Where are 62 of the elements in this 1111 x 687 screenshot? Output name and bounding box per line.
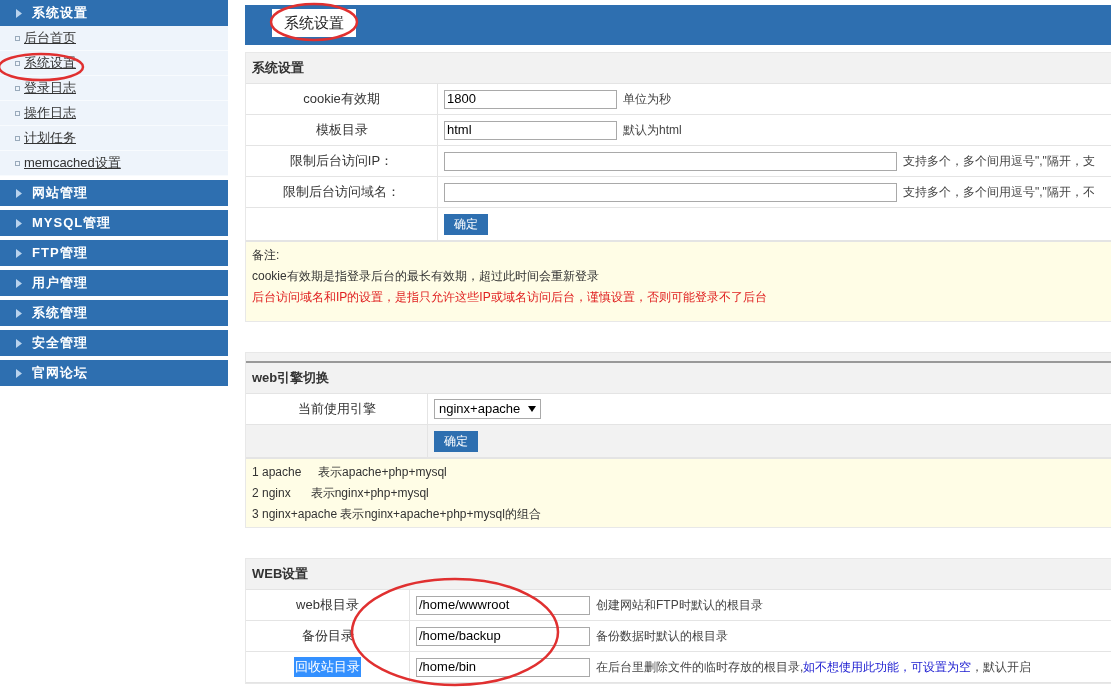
field-hint: 单位为秒 <box>623 91 671 108</box>
field-hint: 创建网站和FTP时默认的根目录 <box>596 597 763 614</box>
field-label: 模板目录 <box>315 121 368 140</box>
bullet-icon <box>15 85 20 91</box>
note-text: 2 nginx 表示nginx+php+mysql <box>252 485 430 502</box>
sidebar-item[interactable]: 计划任务 <box>0 126 228 151</box>
engine-select[interactable]: nginx+apache <box>434 399 542 419</box>
caret-icon <box>16 8 22 18</box>
sidebar-group-header[interactable]: MYSQL管理 <box>0 210 228 236</box>
panel-title: 系统设置 <box>252 59 304 78</box>
dropdown-arrow-icon <box>528 406 537 412</box>
caret-icon <box>16 218 22 228</box>
bullet-icon <box>15 110 20 116</box>
sidebar-group-header[interactable]: 官网论坛 <box>0 360 228 386</box>
note-text: 3 nginx+apache 表示nginx+apache+php+mysql的组合 <box>252 506 542 523</box>
panel-title: WEB设置 <box>252 565 309 584</box>
field-label: web根目录 <box>296 596 359 615</box>
text-field[interactable]: /home/backup <box>416 626 590 646</box>
field-label: 限制后台访问IP： <box>289 152 394 171</box>
caret-icon <box>16 188 22 198</box>
sidebar-group-header[interactable]: 系统设置 <box>0 0 228 26</box>
caret-icon <box>16 368 22 378</box>
caret-icon <box>16 308 22 318</box>
confirm-button[interactable]: 确定 <box>444 213 488 235</box>
sidebar-item[interactable]: 登录日志 <box>0 76 228 101</box>
sidebar-item[interactable]: memcached设置 <box>0 151 228 176</box>
note-text: 1 apache 表示apache+php+mysql <box>252 464 448 481</box>
text-field[interactable]: 1800 <box>444 89 617 109</box>
caret-icon <box>16 338 22 348</box>
field-hint: 支持多个，多个间用逗号","隔开，支 <box>903 153 1095 170</box>
caret-icon <box>16 278 22 288</box>
field-label: 回收站目录 <box>294 657 361 677</box>
bullet-icon <box>15 135 20 141</box>
text-field[interactable]: html <box>444 120 617 140</box>
field-label: 当前使用引擎 <box>297 400 376 419</box>
note-text: cookie有效期是指登录后台的最长有效期，超过此时间会重新登录 <box>252 268 600 285</box>
field-label: 限制后台访问域名： <box>283 183 400 202</box>
field-hint: 支持多个，多个间用逗号","隔开，不 <box>903 184 1095 201</box>
sidebar-group-header[interactable]: 系统管理 <box>0 300 228 326</box>
field-hint: 在后台里删除文件的临时存放的根目录,如不想使用此功能，可设置为空，默认开启 <box>596 659 1032 676</box>
text-field[interactable] <box>444 151 897 171</box>
note-text: 备注: <box>252 247 281 264</box>
bullet-icon <box>15 160 20 166</box>
sidebar-group-header[interactable]: 用户管理 <box>0 270 228 296</box>
field-label: cookie有效期 <box>303 90 380 109</box>
field-hint: 默认为html <box>623 122 682 139</box>
note-text: 后台访问域名和IP的设置，是指只允许这些IP或域名访问后台，谨慎设置，否则可能登录不了后台 <box>252 289 768 306</box>
field-hint: 备份数据时默认的根目录 <box>596 628 728 645</box>
panel-title: web引擎切换 <box>252 369 330 388</box>
sidebar-group-header[interactable]: 安全管理 <box>0 330 228 356</box>
text-field[interactable] <box>444 182 897 202</box>
sidebar-group-header[interactable]: FTP管理 <box>0 240 228 266</box>
caret-icon <box>16 248 22 258</box>
text-field[interactable]: /home/wwwroot <box>416 595 590 615</box>
sidebar-item[interactable]: 后台首页 <box>0 26 228 51</box>
bullet-icon <box>15 60 20 66</box>
text-field[interactable]: /home/bin <box>416 657 590 677</box>
sidebar-group-header[interactable]: 网站管理 <box>0 180 228 206</box>
page-tab[interactable]: 系统设置 <box>272 9 356 37</box>
confirm-button[interactable]: 确定 <box>434 430 478 452</box>
bullet-icon <box>15 35 20 41</box>
sidebar-item[interactable]: 操作日志 <box>0 101 228 126</box>
